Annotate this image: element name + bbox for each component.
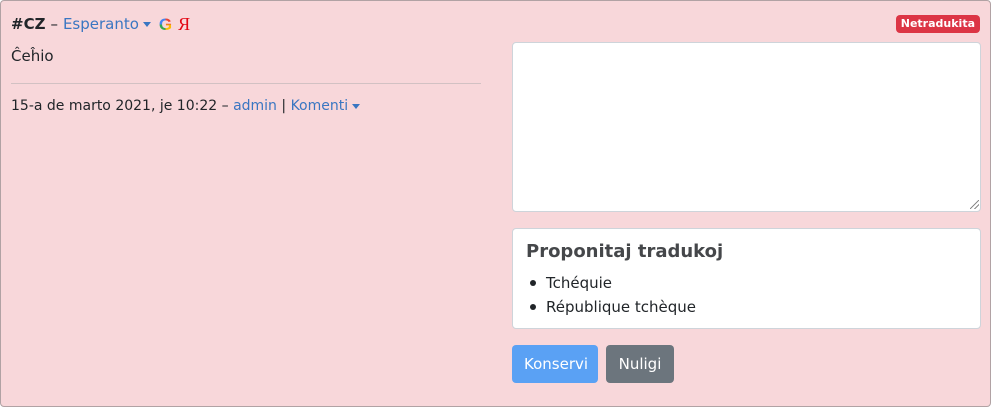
unit-meta: 15-a de marto 2021, je 10:22 – admin | K… <box>11 96 481 116</box>
unit-id: #CZ <box>11 15 46 33</box>
suggestions-title: Proponitaj tradukoj <box>526 241 724 262</box>
yandex-translate-icon[interactable]: Я <box>178 15 190 33</box>
suggestion-item[interactable]: République tchèque <box>526 295 967 319</box>
divider <box>11 83 481 84</box>
google-translate-icon[interactable]: G <box>159 16 172 33</box>
meta-separator: – <box>221 98 229 114</box>
translation-card: #CZ – Esperanto G Я Ĉeĥio 15-a de marto … <box>0 0 991 407</box>
comments-dropdown[interactable]: Komenti <box>291 98 361 114</box>
caret-down-icon <box>142 22 151 27</box>
bullet-icon <box>530 304 536 310</box>
language-label: Esperanto <box>62 15 139 33</box>
cancel-button[interactable]: Nuligi <box>606 345 674 383</box>
comments-label: Komenti <box>290 98 349 114</box>
timestamp: 15-a de marto 2021, je 10:22 <box>11 98 218 114</box>
header-separator: – <box>50 15 58 33</box>
language-dropdown[interactable]: Esperanto <box>63 15 151 33</box>
translation-input[interactable] <box>512 42 981 212</box>
suggestions-list: Tchéquie République tchèque <box>526 271 967 319</box>
save-button[interactable]: Konservi <box>512 345 598 383</box>
source-text: Ĉeĥio <box>11 47 54 65</box>
suggestions-box: Proponitaj tradukoj Tchéquie République … <box>512 228 981 329</box>
status-badge: Netradukita <box>895 15 980 33</box>
meta-bar: | <box>281 98 287 114</box>
suggestion-item[interactable]: Tchéquie <box>526 271 967 295</box>
suggestion-text: République tchèque <box>546 298 697 316</box>
suggestion-text: Tchéquie <box>546 274 613 292</box>
unit-header: #CZ – Esperanto G Я <box>11 13 481 35</box>
resize-grip-icon[interactable] <box>970 200 979 209</box>
source-panel: #CZ – Esperanto G Я Ĉeĥio 15-a de marto … <box>11 13 481 116</box>
caret-down-icon <box>352 103 361 109</box>
author-link[interactable]: admin <box>233 98 277 114</box>
bullet-icon <box>530 280 536 286</box>
